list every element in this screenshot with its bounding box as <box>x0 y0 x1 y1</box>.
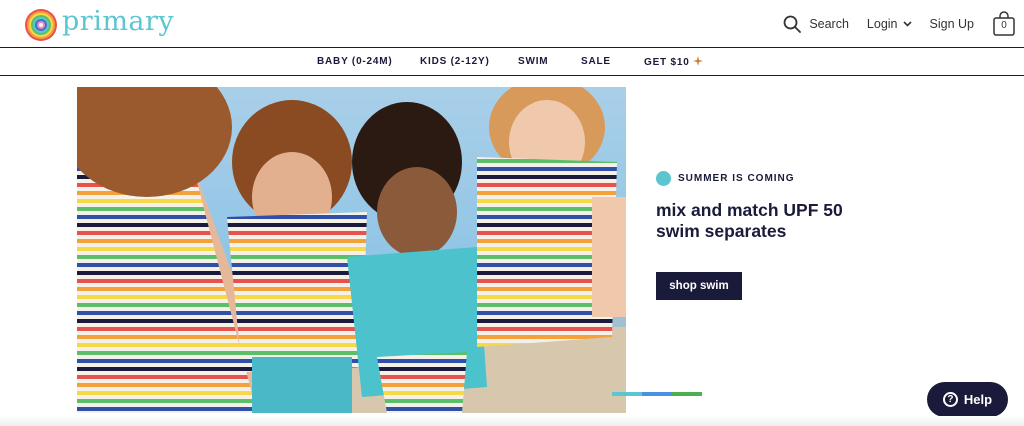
search-icon[interactable] <box>783 15 802 33</box>
carousel-indicator-3[interactable] <box>672 392 702 396</box>
search-link[interactable]: Search <box>809 17 849 31</box>
promo-headline: mix and match UPF 50 swim separates <box>656 200 843 241</box>
promo-eyebrow: SUMMER IS COMING <box>656 171 795 186</box>
help-icon: ? <box>942 392 958 407</box>
page-bottom-fade <box>0 416 1024 426</box>
nav-item-swim[interactable]: SWIM <box>518 56 548 67</box>
rainbow-logo-icon[interactable] <box>24 8 58 42</box>
nav-item-get10-label: GET $10 <box>644 57 690 68</box>
hero-image[interactable] <box>77 87 626 413</box>
nav-item-get10[interactable]: GET $10 <box>644 56 704 68</box>
nav-item-kids[interactable]: KIDS (2-12Y) <box>420 56 490 67</box>
carousel-indicator-2[interactable] <box>642 392 672 396</box>
teal-dot-icon <box>656 171 671 186</box>
carousel-indicator-1[interactable] <box>612 392 642 396</box>
login-label: Login <box>866 17 898 31</box>
site-header: primary Search Login Sign Up 0 <box>0 0 1024 48</box>
help-label: Help <box>963 392 993 407</box>
eyebrow-text: SUMMER IS COMING <box>678 173 795 184</box>
chevron-down-icon <box>902 21 912 27</box>
cart-count: 0 <box>1001 20 1007 31</box>
nav-item-baby[interactable]: BABY (0-24M) <box>317 56 393 67</box>
header-actions: Search Login Sign Up 0 <box>783 0 1024 48</box>
login-menu[interactable]: Login <box>867 17 912 31</box>
brand-name[interactable]: primary <box>62 6 174 37</box>
shop-swim-button[interactable]: shop swim <box>656 272 742 300</box>
sparkle-icon <box>693 56 704 66</box>
cart-button[interactable]: 0 <box>992 11 1016 37</box>
help-button[interactable]: ? Help <box>927 382 1008 417</box>
signup-link[interactable]: Sign Up <box>930 17 974 31</box>
main-nav: BABY (0-24M) KIDS (2-12Y) SWIM SALE GET … <box>0 49 1024 76</box>
nav-item-sale[interactable]: SALE <box>581 56 611 67</box>
kids-in-swimwear-photo <box>77 87 626 413</box>
